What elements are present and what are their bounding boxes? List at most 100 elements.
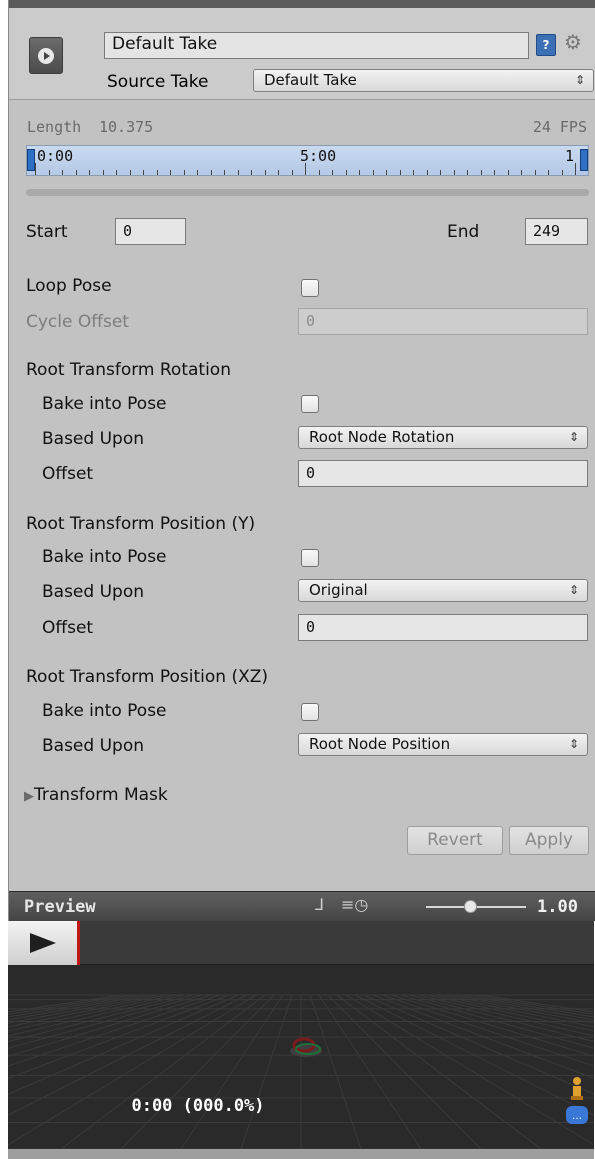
preview-toolbar: Preview ⅃ ≡◷ 1.00 [9,891,595,921]
ruler-tick [35,163,36,175]
rotation-offset-label: Offset [42,464,94,484]
ruler-tick [102,170,104,175]
ruler-tick [129,170,131,175]
position-y-based-upon-label: Based Upon [42,582,144,602]
cycle-offset-label: Cycle Offset [26,312,129,332]
ruler-tick [224,170,225,175]
speed-slider-knob[interactable] [464,900,477,913]
position-xz-based-upon-label: Based Upon [42,736,144,756]
more-icon[interactable]: … [566,1106,588,1124]
ruler-tick [116,170,117,175]
ruler-tick [264,170,266,175]
rotation-bake-checkbox[interactable] [301,395,319,413]
ruler-tick [48,170,50,175]
ruler-tick [62,170,63,175]
position-y-based-upon-value: Original [309,581,368,599]
help-book-icon[interactable]: ? [536,34,556,56]
ruler-tick [345,170,347,175]
transform-mask-foldout[interactable]: ▶Transform Mask [24,785,168,805]
grid-line [60,994,266,1149]
ruler-tick [494,170,495,175]
root-position-y-heading: Root Transform Position (Y) [26,514,256,534]
position-xz-bake-checkbox[interactable] [301,703,319,721]
start-field[interactable]: 0 [115,218,186,245]
timeline-scrollbar[interactable] [26,189,589,196]
preview-title: Preview [24,897,96,917]
ruler-tick [467,170,468,175]
source-take-dropdown[interactable]: Default Take ⇕ [253,69,594,92]
ruler-tick [210,170,212,175]
ground-grid: … [8,994,594,1149]
rotation-based-upon-dropdown[interactable]: Root Node Rotation ⇕ [298,426,588,449]
end-field[interactable]: 249 [525,218,588,245]
ruler-tick [332,170,333,175]
ruler-tick [156,170,158,175]
ruler-tick [237,170,239,175]
source-take-value: Default Take [264,71,357,89]
clip-name-field[interactable]: Default Take [104,32,529,59]
bottom-strip [8,1149,594,1159]
dropdown-arrows-icon: ⇕ [568,737,579,751]
timeline-ruler[interactable]: 0:00 5:00 1 [26,145,589,176]
rotation-based-upon-label: Based Upon [42,429,144,449]
grid-line [354,994,594,1116]
ruler-tick [75,170,77,175]
play-icon[interactable] [8,921,80,965]
top-divider [9,0,595,8]
grid-line [180,994,284,1149]
speed-clock-icon[interactable]: ≡◷ [341,895,368,914]
grid-line [336,994,542,1149]
speed-value: 1.00 [537,897,578,917]
end-marker[interactable] [580,149,588,171]
position-y-bake-label: Bake into Pose [42,547,167,567]
rotation-offset-field[interactable]: 0 [298,460,588,487]
dropdown-arrows-icon: ⇕ [568,430,579,444]
fps-value: 24 FPS [532,118,587,136]
end-label: End [447,222,480,242]
ruler-tick [561,170,563,175]
position-xz-based-upon-dropdown[interactable]: Root Node Position ⇕ [298,733,588,756]
pivot-icon[interactable]: ⅃ [315,895,324,914]
length-label: Length [27,118,82,136]
foldout-arrow-icon: ▶ [24,789,34,804]
grid-line [309,994,362,1149]
dropdown-arrows-icon: ⇕ [574,73,585,87]
position-y-offset-field[interactable]: 0 [298,614,588,641]
grid-line [8,994,257,1146]
clip-icon [29,37,63,74]
ruler-tick [197,170,198,175]
grid-line [453,994,594,1021]
position-y-based-upon-dropdown[interactable]: Original ⇕ [298,579,588,602]
ruler-tick [291,170,293,175]
ruler-tick [183,170,185,175]
ruler-tick [386,170,387,175]
avatar-model [290,1037,322,1057]
ruler-tick [170,170,171,175]
ruler-tick [426,170,428,175]
ruler-tick [548,170,549,175]
grid-line [345,994,594,1146]
position-xz-bake-label: Bake into Pose [42,701,167,721]
ruler-tick [399,170,401,175]
tick-label-end: 1 [565,147,575,165]
transform-mask-label: Transform Mask [34,785,168,805]
ruler-tick [318,170,320,175]
grid-line [318,994,422,1149]
revert-button[interactable]: Revert [407,826,503,855]
cycle-offset-field[interactable]: 0 [298,308,588,335]
start-marker[interactable] [27,149,35,171]
grid-line [8,994,239,1095]
apply-button[interactable]: Apply [509,826,589,855]
source-take-label: Source Take [107,72,209,92]
preview-tool-icons: ⅃ ≡◷ [315,895,368,914]
grid-line [8,994,167,1028]
loop-pose-label: Loop Pose [26,276,112,296]
gear-icon[interactable]: ⚙ [564,31,582,53]
preview-viewport[interactable]: … 0:00 (000.0%) [8,965,594,1149]
ruler-tick [521,170,522,175]
ruler-tick [575,163,576,175]
position-y-bake-checkbox[interactable] [301,549,319,567]
loop-pose-checkbox[interactable] [301,279,319,297]
root-position-xz-heading: Root Transform Position (XZ) [26,667,269,687]
ruler-tick [453,170,455,175]
